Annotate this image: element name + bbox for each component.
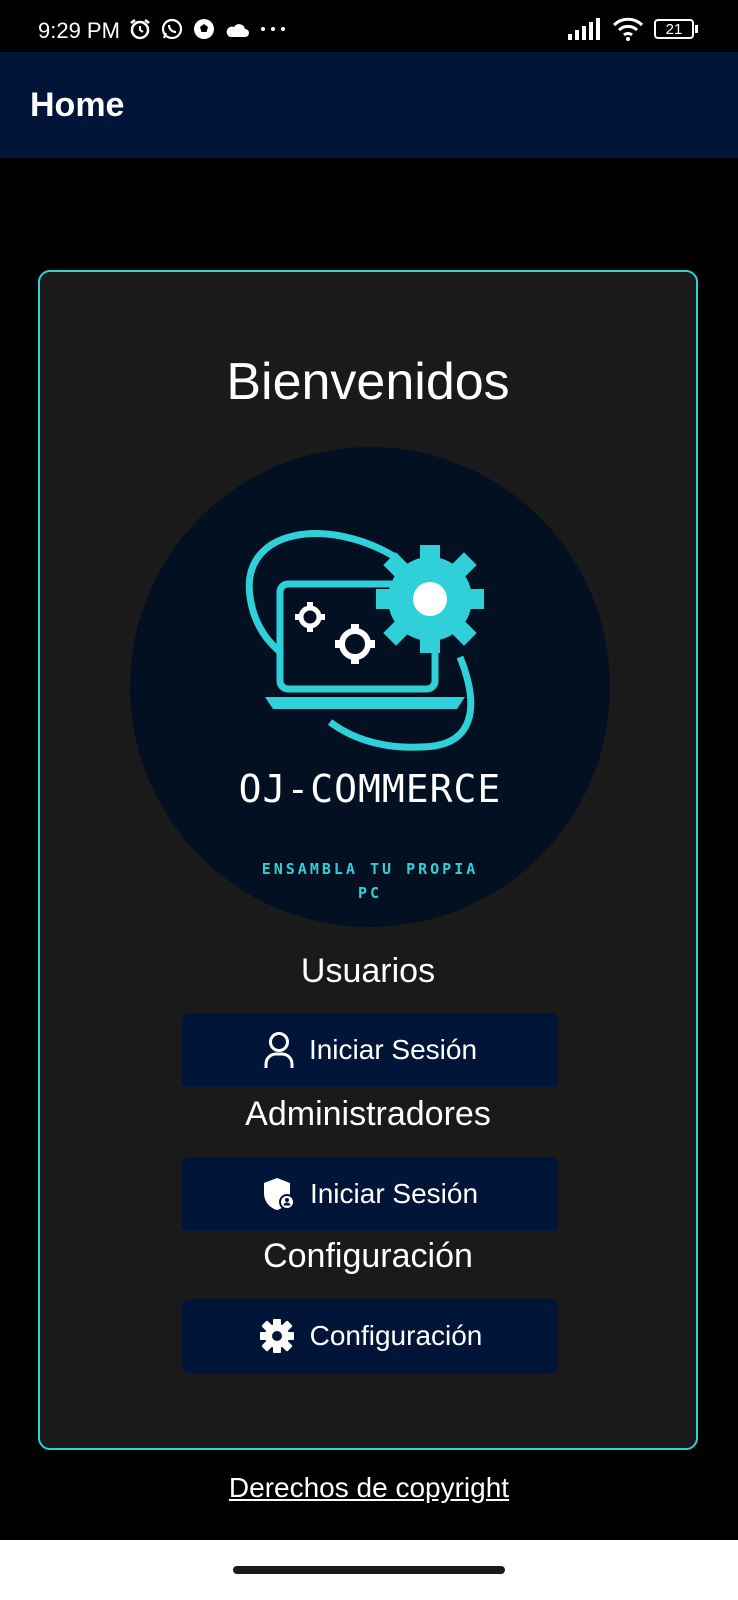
- alarm-icon: [130, 19, 150, 40]
- home-gesture-handle[interactable]: [233, 1566, 505, 1574]
- signal-icon: [568, 18, 600, 40]
- copyright-link[interactable]: Derechos de copyright: [0, 1472, 738, 1504]
- admin-shield-icon: [263, 1178, 295, 1210]
- user-login-label: Iniciar Sesión: [308, 1034, 478, 1065]
- battery-icon: 21: [654, 19, 698, 39]
- app-bar: Home: [0, 52, 738, 158]
- status-time: 9:29 PM: [38, 18, 120, 43]
- user-login-button[interactable]: Iniciar Sesión: [182, 1013, 558, 1087]
- cloud-icon: [226, 24, 249, 37]
- battery-level: 21: [665, 20, 683, 38]
- config-section-label: Configuración: [263, 1237, 473, 1275]
- admins-section-label: Administradores: [245, 1095, 491, 1133]
- status-bar: 9:29 PM 21: [0, 0, 738, 52]
- soccer-ball-icon: [194, 19, 214, 39]
- whatsapp-icon: [161, 18, 183, 40]
- tagline-line-2: PC: [357, 884, 383, 902]
- wifi-icon: [612, 17, 644, 41]
- settings-button[interactable]: Configuración: [182, 1299, 558, 1373]
- page-title: Home: [30, 86, 125, 124]
- logo: OJ-COMMERCE ENSAMBLA TU PROPIA PC: [130, 447, 610, 927]
- admin-login-label: Iniciar Sesión: [309, 1178, 479, 1209]
- status-icons-right: 21: [568, 17, 698, 41]
- users-section-label: Usuarios: [300, 952, 436, 990]
- status-icons-left: [128, 17, 288, 41]
- tagline-line-1: ENSAMBLA TU PROPIA: [261, 860, 479, 878]
- person-icon: [264, 1032, 294, 1068]
- brand-name: OJ-COMMERCE: [238, 767, 502, 811]
- brand-tagline: ENSAMBLA TU PROPIA PC: [130, 857, 610, 905]
- welcome-card: Bienvenidos OJ-COMMERCE ENSAMBLA TU PROP…: [38, 270, 698, 1450]
- admin-login-button[interactable]: Iniciar Sesión: [182, 1157, 558, 1231]
- gear-icon: [259, 1319, 294, 1353]
- more-dots-icon: [261, 27, 285, 31]
- welcome-heading: Bienvenidos: [226, 353, 510, 411]
- settings-label: Configuración: [309, 1320, 483, 1351]
- laptop-gears-icon: [245, 530, 484, 751]
